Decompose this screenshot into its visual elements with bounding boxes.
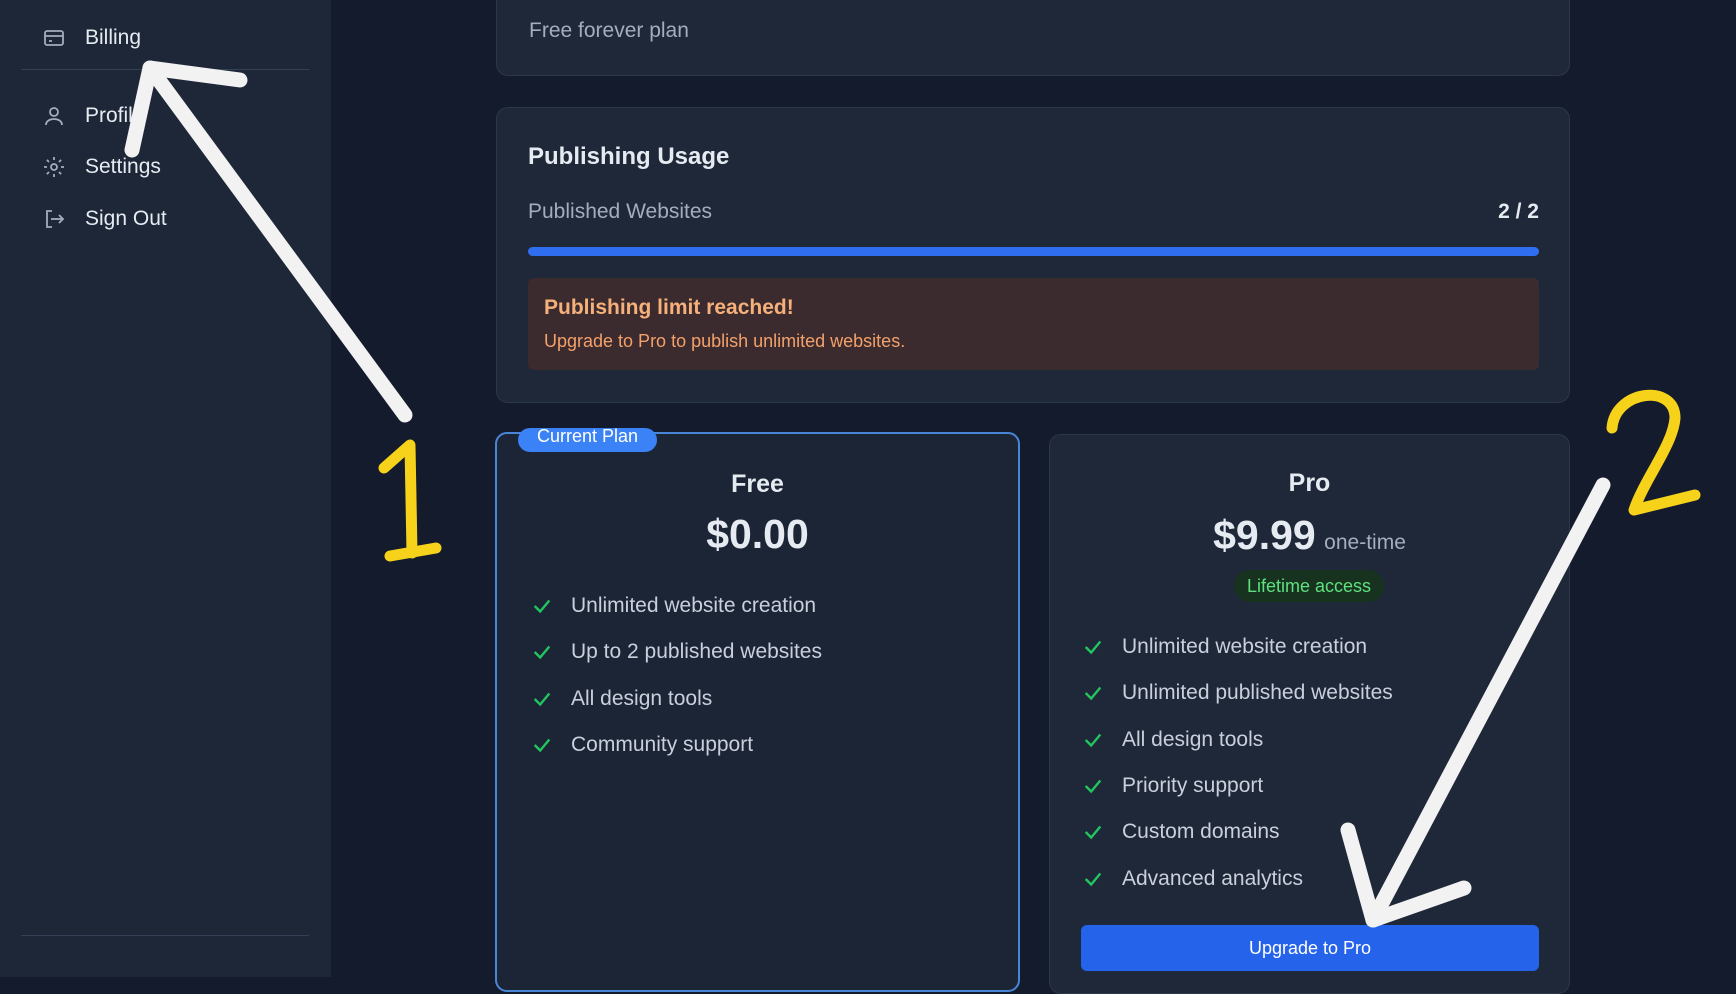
feature-label: Up to 2 published websites bbox=[571, 640, 822, 663]
sidebar-item-profile[interactable]: Profile bbox=[42, 104, 145, 128]
marker-1-label: 1 bbox=[410, 499, 411, 501]
usage-progress-fill bbox=[528, 247, 1539, 256]
feature-label: All design tools bbox=[571, 687, 713, 710]
feature-label: All design tools bbox=[1122, 728, 1264, 751]
check-icon bbox=[1084, 640, 1102, 655]
feature-item: Unlimited website creation bbox=[1082, 635, 1367, 659]
feature-item: Unlimited published websites bbox=[1082, 681, 1393, 705]
current-plan-badge: Current Plan bbox=[518, 428, 657, 452]
user-icon bbox=[45, 107, 63, 126]
sidebar-divider bbox=[21, 935, 309, 936]
feature-item: Priority support bbox=[1082, 774, 1263, 798]
check-icon bbox=[1084, 686, 1102, 701]
publishing-limit-alert: Publishing limit reached! Upgrade to Pro… bbox=[528, 278, 1539, 370]
pro-plan-price-row: $9.99 one-time bbox=[1050, 512, 1569, 559]
check-icon bbox=[533, 599, 551, 614]
sign-out-icon bbox=[46, 210, 65, 228]
free-plan-price: $0.00 bbox=[706, 511, 809, 557]
upgrade-to-pro-button[interactable]: Upgrade to Pro bbox=[1081, 925, 1539, 971]
sidebar-item-label: Profile bbox=[85, 104, 145, 127]
check-icon bbox=[1084, 733, 1102, 748]
feature-item: Community support bbox=[531, 733, 753, 757]
check-icon bbox=[1084, 872, 1102, 887]
sidebar-item-label: Settings bbox=[85, 155, 161, 178]
check-icon bbox=[1084, 779, 1102, 794]
check-icon bbox=[533, 738, 551, 753]
check-icon bbox=[533, 645, 551, 660]
feature-item: All design tools bbox=[531, 687, 712, 711]
feature-label: Advanced analytics bbox=[1122, 867, 1303, 890]
marker-2-label: 2 bbox=[1650, 449, 1651, 451]
feature-item: Custom domains bbox=[1082, 820, 1280, 844]
feature-item: Advanced analytics bbox=[1082, 867, 1303, 891]
check-icon bbox=[533, 692, 551, 707]
pro-plan-name: Pro bbox=[1288, 469, 1331, 497]
free-plan-card: Free $0.00 Unlimited website creation Up… bbox=[495, 432, 1020, 992]
current-plan-card: Free forever plan bbox=[496, 0, 1570, 76]
sidebar: Billing Profile Settings Sign Out bbox=[0, 0, 331, 977]
pro-plan-card: Pro $9.99 one-time Unlimited website cre… bbox=[1049, 434, 1570, 994]
feature-label: Community support bbox=[571, 733, 754, 756]
feature-label: Unlimited published websites bbox=[1122, 681, 1393, 704]
credit-card-icon bbox=[44, 30, 64, 46]
alert-title: Publishing limit reached! bbox=[544, 296, 794, 319]
sidebar-item-label: Billing bbox=[85, 26, 142, 49]
usage-progress-bar bbox=[528, 247, 1539, 256]
feature-item: Unlimited website creation bbox=[531, 594, 816, 618]
gear-icon bbox=[44, 157, 64, 177]
feature-label: Priority support bbox=[1122, 774, 1264, 797]
number-glyph-1 bbox=[378, 439, 442, 562]
pro-plan-period: one-time bbox=[1324, 531, 1406, 554]
sidebar-item-label: Sign Out bbox=[85, 207, 167, 230]
check-icon bbox=[1084, 825, 1102, 840]
pro-plan-price: $9.99 bbox=[1213, 512, 1316, 558]
plan-subtitle: Free forever plan bbox=[529, 19, 689, 42]
free-plan-name: Free bbox=[731, 470, 784, 498]
number-glyph-2 bbox=[1606, 389, 1701, 516]
usage-count: 2 / 2 bbox=[1498, 200, 1539, 223]
feature-label: Unlimited website creation bbox=[1122, 635, 1368, 658]
lifetime-access-badge: Lifetime access bbox=[1234, 570, 1384, 602]
feature-label: Unlimited website creation bbox=[571, 594, 817, 617]
usage-label: Published Websites bbox=[528, 200, 713, 223]
feature-label: Custom domains bbox=[1122, 820, 1280, 843]
feature-item: All design tools bbox=[1082, 728, 1263, 752]
sidebar-divider bbox=[21, 69, 309, 70]
sidebar-item-settings[interactable]: Settings bbox=[42, 155, 161, 179]
alert-body: Upgrade to Pro to publish unlimited webs… bbox=[544, 331, 906, 351]
feature-item: Up to 2 published websites bbox=[531, 640, 822, 664]
sidebar-item-billing[interactable]: Billing bbox=[42, 26, 141, 50]
usage-title: Publishing Usage bbox=[528, 143, 730, 170]
sidebar-item-sign-out[interactable]: Sign Out bbox=[42, 207, 167, 231]
